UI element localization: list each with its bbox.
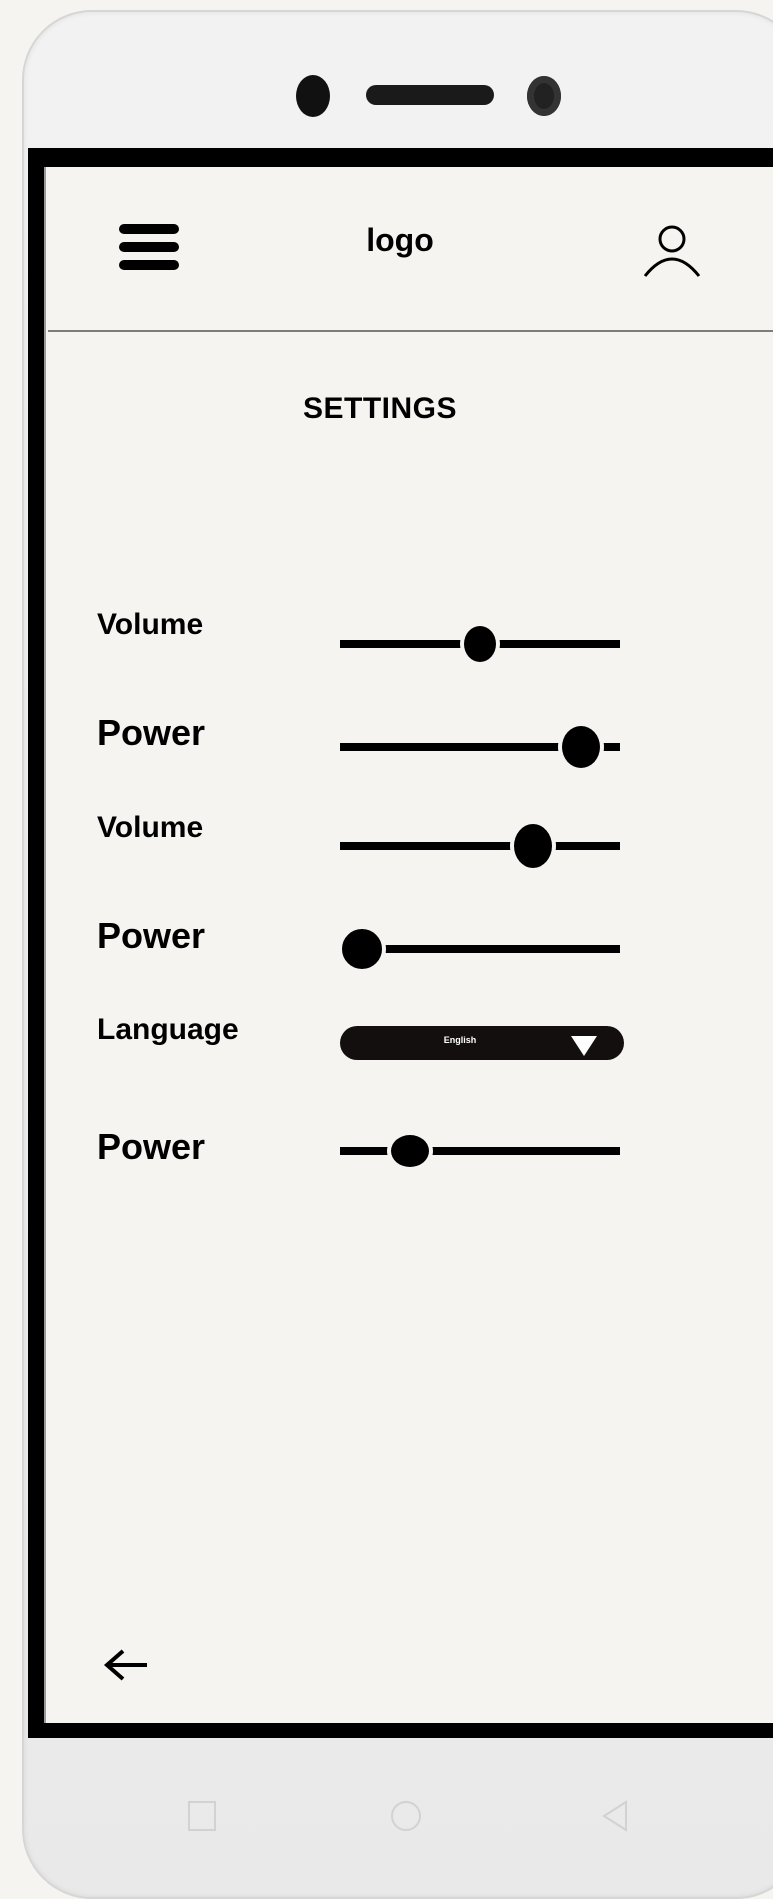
power-slider[interactable] xyxy=(340,1131,620,1171)
back-arrow-icon[interactable] xyxy=(103,1645,149,1685)
header-divider xyxy=(48,330,773,332)
proximity-sensor xyxy=(527,76,561,116)
app-logo: logo xyxy=(366,222,434,258)
setting-label-power: Power xyxy=(97,915,206,956)
recent-apps-icon[interactable] xyxy=(185,1798,221,1834)
dropdown-selected-value: English xyxy=(443,1035,477,1045)
setting-label-power: Power xyxy=(97,1126,206,1167)
slider-thumb[interactable] xyxy=(557,722,604,772)
front-camera xyxy=(296,75,330,117)
power-slider[interactable] xyxy=(340,722,620,772)
dropdown-caret-icon xyxy=(571,1036,597,1056)
hamburger-menu-icon[interactable] xyxy=(119,224,179,270)
page-title: SETTINGS xyxy=(302,392,457,425)
slider-thumb[interactable] xyxy=(510,820,557,872)
back-nav-icon[interactable] xyxy=(598,1798,634,1834)
volume-slider[interactable] xyxy=(340,820,620,872)
slider-thumb[interactable] xyxy=(387,1131,433,1171)
setting-label-volume: Volume xyxy=(97,608,204,641)
slider-thumb[interactable] xyxy=(338,925,387,973)
setting-label-power: Power xyxy=(97,712,206,753)
slider-thumb[interactable] xyxy=(460,622,500,666)
user-icon[interactable] xyxy=(641,220,703,282)
language-dropdown[interactable]: English xyxy=(340,1026,624,1060)
setting-label-volume: Volume xyxy=(97,811,204,844)
slider-track xyxy=(340,1147,620,1155)
home-icon[interactable] xyxy=(388,1798,424,1834)
earpiece-speaker xyxy=(366,85,494,105)
power-slider[interactable] xyxy=(338,925,620,973)
setting-label-language: Language xyxy=(97,1013,239,1046)
volume-slider[interactable] xyxy=(340,622,620,666)
slider-track xyxy=(340,842,620,850)
